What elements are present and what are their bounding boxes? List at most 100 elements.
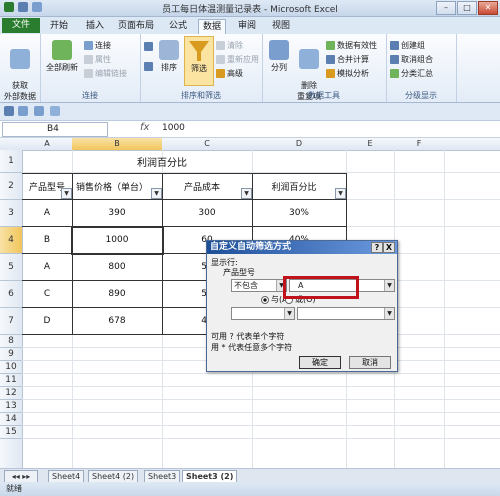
row-header[interactable]: 6 [0,281,23,308]
column-header[interactable]: D [252,138,347,151]
row-header[interactable]: 1 [0,150,23,173]
sort-button[interactable]: 排序 [156,40,182,73]
row-header[interactable]: 5 [0,254,23,281]
table-title: 利润百分比 [137,158,187,169]
row-header[interactable]: 10 [0,361,23,374]
advanced-button[interactable]: 高级 [216,68,243,79]
maximize-button[interactable]: □ [457,1,477,15]
group-data-tools: 分列 删除 重复项 数据有效性 合并计算 模拟分析 数据工具 [262,34,387,102]
value-input-2[interactable]: ▼ [297,307,395,320]
filter-dropdown-arrow[interactable]: ▼ [151,188,162,199]
tab-insert[interactable]: 插入 [82,19,108,33]
table-cell[interactable]: D [22,316,72,326]
column-header[interactable]: F [394,138,445,151]
table-cell[interactable]: 300 [162,208,252,218]
name-box[interactable]: B4 [2,122,108,137]
table-header-cell: 销售价格（单台） [75,183,148,193]
reapply-button[interactable]: 重新应用 [216,54,259,65]
column-header[interactable]: B [72,138,163,151]
operator-select-1[interactable]: 不包含 ▼ [231,279,287,292]
column-header[interactable]: E [346,138,395,151]
table-cell[interactable]: B [22,235,72,245]
table-border [22,173,346,174]
formula-input[interactable]: 1000 [162,122,185,135]
radio-icon [261,295,269,304]
ok-button[interactable]: 确定 [299,356,341,369]
advanced-filter-icon [216,69,225,78]
tab-file[interactable]: 文件 [2,18,40,33]
tab-formulas[interactable]: 公式 [165,19,191,33]
group-label-connections: 连接 [82,91,98,100]
sort-az-button[interactable] [144,42,155,51]
filter-dropdown-arrow[interactable]: ▼ [241,188,252,199]
properties-button[interactable]: 属性 [84,54,111,65]
column-header[interactable]: C [162,138,253,151]
tab-data[interactable]: 数据 [198,19,227,34]
filter-button[interactable]: 筛选 [184,36,214,86]
tab-view[interactable]: 视图 [268,19,294,33]
cancel-button[interactable]: 取消 [349,356,391,369]
sort-az-icon [144,42,153,51]
row-header[interactable]: 4 [0,227,23,254]
edit-links-button[interactable]: 编辑链接 [84,68,127,79]
text-to-columns-button[interactable]: 分列 [266,40,292,73]
dialog-close-button[interactable]: X [383,242,395,253]
clear-filter-button[interactable]: 清除 [216,40,243,51]
gridline [22,412,500,413]
operator-select-2[interactable]: ▼ [231,307,295,320]
filter-dropdown-arrow[interactable]: ▼ [61,188,72,199]
formula-bar: B4 fx 1000 [0,121,500,138]
row-header[interactable]: 15 [0,426,23,439]
row-header[interactable]: 7 [0,308,23,335]
table-cell[interactable]: 890 [72,289,162,299]
table-cell[interactable]: A [22,262,72,272]
ribbon: 获取 外部数据 全部刷新 连接 属性 编辑链接 连接 排序 筛选 清除 重新应用… [0,34,500,103]
help-button[interactable]: ? [371,242,383,253]
refresh-icon [52,40,72,60]
group-label-sort-filter: 排序和筛选 [181,91,221,100]
connections-button[interactable]: 连接 [84,40,111,51]
group-icon [390,41,399,50]
table-cell[interactable]: 390 [72,208,162,218]
row-header[interactable]: 9 [0,348,23,361]
consolidate-button[interactable]: 合并计算 [326,54,369,65]
refresh-all-button[interactable]: 全部刷新 [44,40,80,73]
window-title: 员工每日体温测量记录表 - Microsoft Excel [162,5,338,15]
table-header-cell: 利润百分比 [271,183,317,193]
chevron-down-icon: ▼ [384,280,394,291]
custom-autofilter-dialog: 自定义自动筛选方式 ? X 显示行: 产品型号 不包含 ▼ A ▼ 与(A) 或… [206,240,398,372]
ungroup-button[interactable]: 取消组合 [390,54,433,65]
tab-page-layout[interactable]: 页面布局 [114,19,158,33]
row-header[interactable]: 3 [0,200,23,227]
table-cell[interactable]: 800 [72,262,162,272]
group-button[interactable]: 创建组 [390,40,425,51]
row-header[interactable]: 8 [0,335,23,348]
get-external-data-button[interactable]: 获取 外部数据 [4,40,36,102]
table-cell[interactable]: A [22,208,72,218]
row-header[interactable]: 12 [0,387,23,400]
table-cell[interactable]: 30% [252,208,346,218]
sort-za-button[interactable] [144,62,155,71]
filter-dropdown-arrow[interactable]: ▼ [335,188,346,199]
table-cell[interactable]: C [22,289,72,299]
tab-home[interactable]: 开始 [46,19,72,33]
what-if-button[interactable]: 模拟分析 [326,68,369,79]
group-label-data-tools: 数据工具 [308,91,340,100]
close-window-button[interactable]: ✕ [478,1,498,15]
insert-function-icon[interactable]: fx [140,122,149,133]
row-header[interactable]: 11 [0,374,23,387]
spelling-icon[interactable] [50,106,60,116]
row-header[interactable]: 2 [0,173,23,200]
row-header[interactable]: 14 [0,413,23,426]
table-cell[interactable]: 678 [72,316,162,326]
redo-icon[interactable] [34,106,44,116]
minimize-button[interactable]: – [436,1,456,15]
tab-review[interactable]: 审阅 [234,19,260,33]
subtotal-button[interactable]: 分类汇总 [390,68,433,79]
save-icon[interactable] [4,106,14,116]
data-validation-button[interactable]: 数据有效性 [326,40,377,51]
row-header[interactable]: 13 [0,400,23,413]
undo-icon[interactable] [18,106,28,116]
column-header[interactable]: A [22,138,73,151]
row-header [0,439,23,469]
